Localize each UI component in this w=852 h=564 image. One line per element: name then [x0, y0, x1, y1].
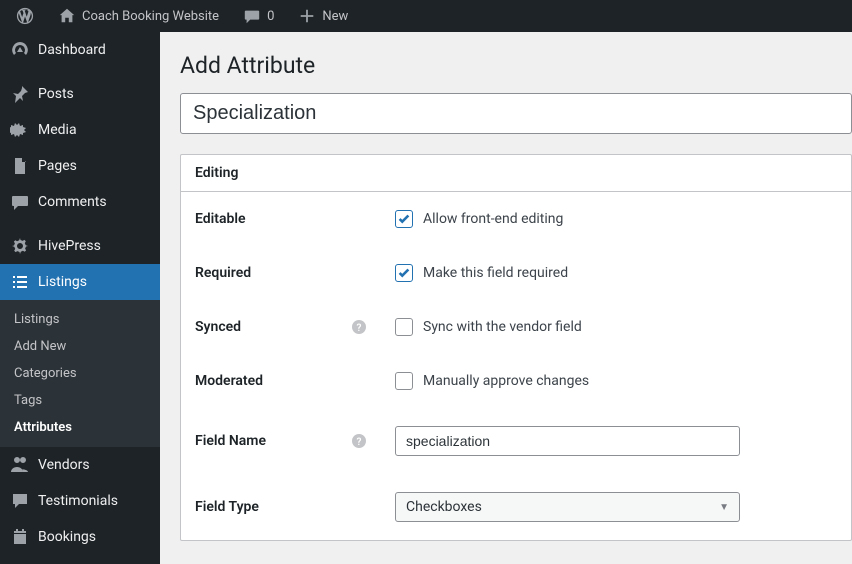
- menu-label: Dashboard: [38, 42, 106, 58]
- content-area: Add Attribute Editing Editable Allow fro…: [160, 32, 852, 564]
- menu-pages[interactable]: Pages: [0, 148, 160, 184]
- menu-label: Comments: [38, 194, 107, 210]
- row-label-editable: Editable: [181, 192, 381, 246]
- users-icon: [10, 455, 30, 475]
- editable-checkbox[interactable]: [395, 210, 413, 228]
- submenu-item-attributes[interactable]: Attributes: [0, 414, 160, 441]
- page-icon: [10, 156, 30, 176]
- home-icon: [58, 7, 76, 25]
- menu-label: Testimonials: [38, 493, 118, 509]
- submenu-item-categories[interactable]: Categories: [0, 360, 160, 387]
- row-label-moderated: Moderated: [181, 354, 381, 408]
- menu-label: Media: [38, 122, 77, 138]
- synced-checkbox[interactable]: [395, 318, 413, 336]
- menu-label: Listings: [38, 274, 87, 290]
- new-label: New: [322, 9, 348, 24]
- required-checkbox[interactable]: [395, 264, 413, 282]
- menu-bookings[interactable]: Bookings: [0, 519, 160, 555]
- editable-option-label: Allow front-end editing: [423, 211, 563, 227]
- gear-icon: [10, 236, 30, 256]
- site-name: Coach Booking Website: [82, 9, 219, 24]
- admin-sidebar: Dashboard Posts Media Pages Comments Hiv…: [0, 32, 160, 564]
- pushpin-icon: [10, 84, 30, 104]
- comments-count: 0: [267, 9, 274, 24]
- svg-text:?: ?: [357, 437, 362, 448]
- field-name-label-text: Field Name: [195, 433, 266, 449]
- moderated-option-label: Manually approve changes: [423, 373, 589, 389]
- menu-comments[interactable]: Comments: [0, 184, 160, 220]
- menu-label: Vendors: [38, 457, 90, 473]
- editing-box: Editing Editable Allow front-end editing…: [180, 154, 852, 541]
- submenu-item-add-new[interactable]: Add New: [0, 333, 160, 360]
- menu-vendors[interactable]: Vendors: [0, 447, 160, 483]
- page-title: Add Attribute: [180, 52, 852, 79]
- menu-label: Bookings: [38, 529, 96, 545]
- row-label-required: Required: [181, 246, 381, 300]
- new-content-link[interactable]: New: [290, 0, 356, 32]
- submenu-item-tags[interactable]: Tags: [0, 387, 160, 414]
- comment-icon: [10, 192, 30, 212]
- row-label-synced: Synced ?: [181, 300, 381, 354]
- required-option-label: Make this field required: [423, 265, 568, 281]
- wordpress-icon: [16, 7, 34, 25]
- wp-logo[interactable]: [8, 0, 42, 32]
- menu-label: Pages: [38, 158, 77, 174]
- menu-label: HivePress: [38, 238, 101, 254]
- admin-bar: Coach Booking Website 0 New: [0, 0, 852, 32]
- calendar-icon: [10, 527, 30, 547]
- testimonial-icon: [10, 491, 30, 511]
- form-table: Editable Allow front-end editing Require…: [181, 192, 851, 540]
- submenu-listings: Listings Add New Categories Tags Attribu…: [0, 300, 160, 447]
- field-type-select[interactable]: Checkboxes ▼: [395, 492, 740, 522]
- row-label-field-type: Field Type: [181, 474, 381, 540]
- media-icon: [10, 120, 30, 140]
- row-label-field-name: Field Name ?: [181, 408, 381, 474]
- chevron-down-icon: ▼: [719, 502, 729, 513]
- svg-text:?: ?: [357, 323, 362, 334]
- field-name-input[interactable]: [395, 426, 740, 456]
- submenu-item-listings[interactable]: Listings: [0, 306, 160, 333]
- dashboard-icon: [10, 40, 30, 60]
- field-type-value: Checkboxes: [406, 499, 482, 515]
- list-icon: [10, 272, 30, 292]
- editing-box-header: Editing: [181, 155, 851, 192]
- plus-icon: [298, 7, 316, 25]
- comment-icon: [243, 7, 261, 25]
- menu-dashboard[interactable]: Dashboard: [0, 32, 160, 68]
- site-name-link[interactable]: Coach Booking Website: [50, 0, 227, 32]
- attribute-title-input[interactable]: [180, 93, 852, 134]
- menu-hivepress[interactable]: HivePress: [0, 228, 160, 264]
- menu-label: Posts: [38, 86, 74, 102]
- help-icon[interactable]: ?: [351, 319, 367, 335]
- moderated-checkbox[interactable]: [395, 372, 413, 390]
- menu-testimonials[interactable]: Testimonials: [0, 483, 160, 519]
- menu-listings[interactable]: Listings: [0, 264, 160, 300]
- help-icon[interactable]: ?: [351, 433, 367, 449]
- menu-media[interactable]: Media: [0, 112, 160, 148]
- menu-posts[interactable]: Posts: [0, 76, 160, 112]
- comments-link[interactable]: 0: [235, 0, 282, 32]
- synced-option-label: Sync with the vendor field: [423, 319, 582, 335]
- synced-label-text: Synced: [195, 319, 241, 335]
